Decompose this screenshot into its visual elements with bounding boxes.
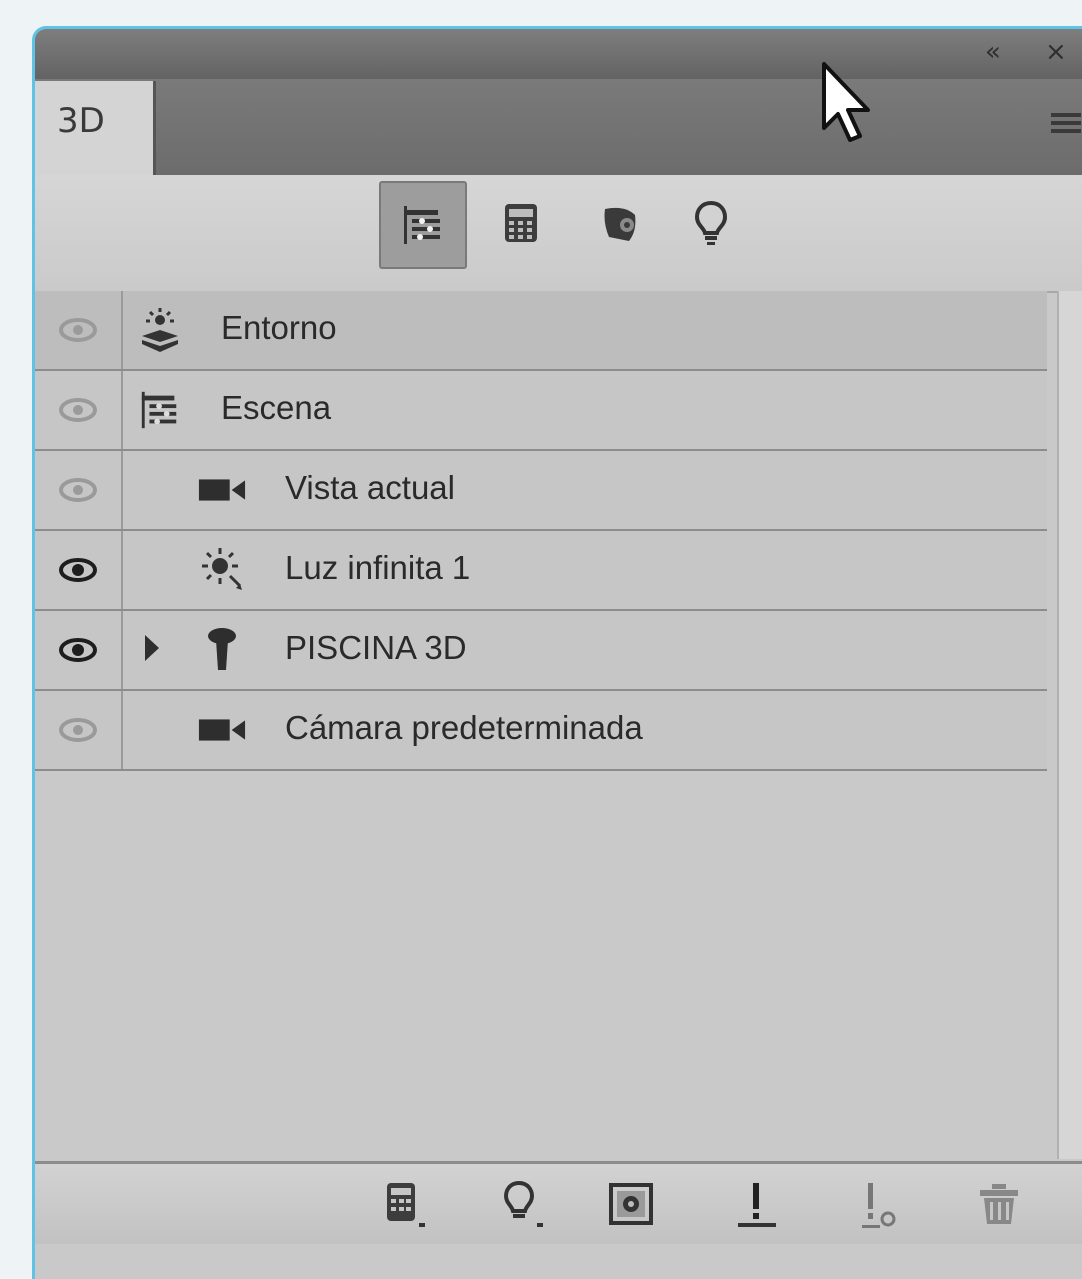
render-button[interactable] — [601, 1176, 661, 1232]
layer-label: PISCINA 3D — [285, 629, 467, 666]
camera-icon — [197, 465, 247, 515]
layer-label: Cámara predeterminada — [285, 709, 643, 746]
panel-menu-icon[interactable] — [1041, 109, 1081, 141]
scene-hierarchy-icon — [135, 385, 185, 435]
material-filter-button[interactable] — [579, 181, 663, 265]
render-icon — [609, 1183, 653, 1225]
layer-list-scrollbar[interactable] — [1057, 291, 1082, 1159]
bottom-toolbar — [35, 1161, 1082, 1244]
visibility-toggle[interactable] — [35, 451, 123, 529]
visibility-toggle[interactable] — [35, 611, 123, 689]
layer-row-vista-actual[interactable]: Vista actual — [35, 451, 1047, 531]
new-light-icon — [503, 1180, 543, 1227]
eye-visible-icon — [59, 638, 97, 662]
panel-titlebar[interactable]: « × — [35, 29, 1082, 79]
collapse-icon[interactable]: « — [985, 37, 1001, 67]
scene-hierarchy-icon — [404, 206, 440, 244]
layer-label: Escena — [221, 389, 332, 426]
ground-shadow-button[interactable] — [851, 1176, 911, 1232]
visibility-toggle[interactable] — [35, 371, 123, 449]
mesh-object-icon — [197, 625, 247, 675]
layer-row-luz-infinita-1[interactable]: Luz infinita 1 — [35, 531, 1047, 611]
mouse-cursor-icon — [820, 62, 876, 150]
3d-panel: « × 3D Entorno Escena Vista actual Luz i… — [32, 26, 1082, 1279]
visibility-toggle[interactable] — [35, 531, 123, 609]
delete-button[interactable] — [969, 1176, 1029, 1232]
material-icon — [604, 207, 636, 241]
close-icon[interactable]: × — [1045, 37, 1067, 67]
new-light-button[interactable] — [493, 1176, 553, 1232]
drop-to-ground-icon — [738, 1183, 776, 1227]
environment-icon — [135, 305, 185, 355]
tab-3d[interactable]: 3D — [35, 81, 156, 175]
layer-row-entorno[interactable]: Entorno — [35, 291, 1047, 371]
filter-toolbar — [35, 175, 1082, 293]
layer-label: Entorno — [221, 309, 337, 346]
mesh-icon — [505, 204, 537, 242]
camera-icon — [197, 705, 247, 755]
drop-to-ground-button[interactable] — [727, 1176, 787, 1232]
trash-icon — [980, 1184, 1018, 1224]
mesh-filter-button[interactable] — [479, 181, 563, 265]
layer-label: Luz infinita 1 — [285, 549, 471, 586]
eye-visible-icon — [59, 558, 97, 582]
infinite-light-icon — [197, 545, 247, 595]
visibility-toggle[interactable] — [35, 691, 123, 769]
ground-shadow-icon — [862, 1183, 896, 1228]
light-filter-button[interactable] — [669, 181, 753, 265]
lightbulb-icon — [694, 200, 728, 245]
expand-triangle-icon[interactable] — [143, 633, 161, 667]
new-mesh-icon — [387, 1183, 425, 1227]
visibility-toggle[interactable] — [35, 291, 123, 369]
layer-label: Vista actual — [285, 469, 455, 506]
eye-hidden-icon — [59, 398, 97, 422]
layer-row-camara-predeterminada[interactable]: Cámara predeterminada — [35, 691, 1047, 771]
eye-hidden-icon — [59, 478, 97, 502]
tab-3d-label: 3D — [57, 101, 105, 141]
layer-row-piscina-3d[interactable]: PISCINA 3D — [35, 611, 1047, 691]
layer-row-escena[interactable]: Escena — [35, 371, 1047, 451]
layer-list: Entorno Escena Vista actual Luz infinita… — [35, 291, 1047, 771]
panel-tab-row: 3D — [35, 79, 1082, 175]
eye-hidden-icon — [59, 318, 97, 342]
new-mesh-button[interactable] — [375, 1176, 435, 1232]
eye-hidden-icon — [59, 718, 97, 742]
scene-filter-button[interactable] — [379, 181, 467, 269]
